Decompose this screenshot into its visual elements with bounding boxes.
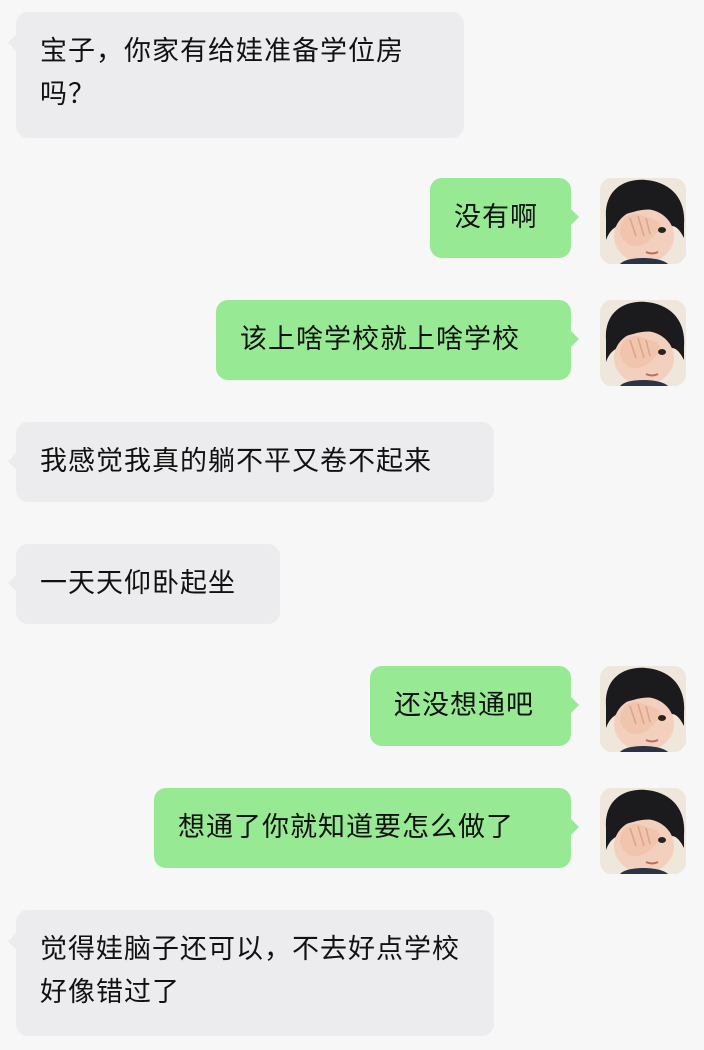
chat-bubble-incoming[interactable]: 觉得娃脑子还可以，不去好点学校好像错过了 xyxy=(8,910,494,1036)
bubble-tail xyxy=(570,818,579,836)
message-text: 我感觉我真的躺不平又卷不起来 xyxy=(40,446,432,477)
bubble-tail xyxy=(8,452,17,470)
chat-bubble-incoming[interactable]: 一天天仰卧起坐 xyxy=(8,544,280,624)
message-text: 想通了你就知道要怎么做了 xyxy=(178,812,514,843)
message-text: 一天天仰卧起坐 xyxy=(40,568,236,599)
message-row-incoming: 觉得娃脑子还可以，不去好点学校好像错过了 xyxy=(8,910,494,1036)
chat-bubble-outgoing[interactable]: 想通了你就知道要怎么做了 xyxy=(154,788,579,868)
child-covering-face-avatar-icon[interactable] xyxy=(600,178,686,264)
child-covering-face-avatar-icon[interactable] xyxy=(600,300,686,386)
message-text: 宝子，你家有给娃准备学位房吗？ xyxy=(40,36,404,110)
message-row-incoming: 一天天仰卧起坐 xyxy=(8,544,280,624)
bubble-tail xyxy=(570,330,579,348)
message-text: 觉得娃脑子还可以，不去好点学校好像错过了 xyxy=(40,934,460,1008)
message-row-outgoing: 该上啥学校就上啥学校 xyxy=(216,300,686,386)
chat-bubble-outgoing[interactable]: 该上啥学校就上啥学校 xyxy=(216,300,579,380)
chat-bubble-outgoing[interactable]: 没有啊 xyxy=(430,178,579,258)
bubble-tail xyxy=(8,34,17,52)
message-text: 该上啥学校就上啥学校 xyxy=(240,324,520,355)
bubble-tail xyxy=(8,574,17,592)
message-row-incoming: 我感觉我真的躺不平又卷不起来 xyxy=(8,422,494,502)
chat-conversation: 宝子，你家有给娃准备学位房吗？ 没有啊 该上啥学校就上啥学校 我感觉我真的躺不平… xyxy=(0,0,704,1050)
message-text: 没有啊 xyxy=(454,202,538,233)
child-covering-face-avatar-icon[interactable] xyxy=(600,666,686,752)
chat-bubble-outgoing[interactable]: 还没想通吧 xyxy=(370,666,579,746)
bubble-tail xyxy=(8,932,17,950)
bubble-tail xyxy=(570,208,579,226)
message-row-outgoing: 还没想通吧 xyxy=(370,666,686,752)
chat-bubble-incoming[interactable]: 宝子，你家有给娃准备学位房吗？ xyxy=(8,12,464,138)
message-text: 还没想通吧 xyxy=(394,690,534,721)
child-covering-face-avatar-icon[interactable] xyxy=(600,788,686,874)
message-row-outgoing: 想通了你就知道要怎么做了 xyxy=(154,788,686,874)
bubble-tail xyxy=(570,696,579,714)
chat-bubble-incoming[interactable]: 我感觉我真的躺不平又卷不起来 xyxy=(8,422,494,502)
message-row-incoming: 宝子，你家有给娃准备学位房吗？ xyxy=(8,12,464,138)
message-row-outgoing: 没有啊 xyxy=(430,178,686,264)
